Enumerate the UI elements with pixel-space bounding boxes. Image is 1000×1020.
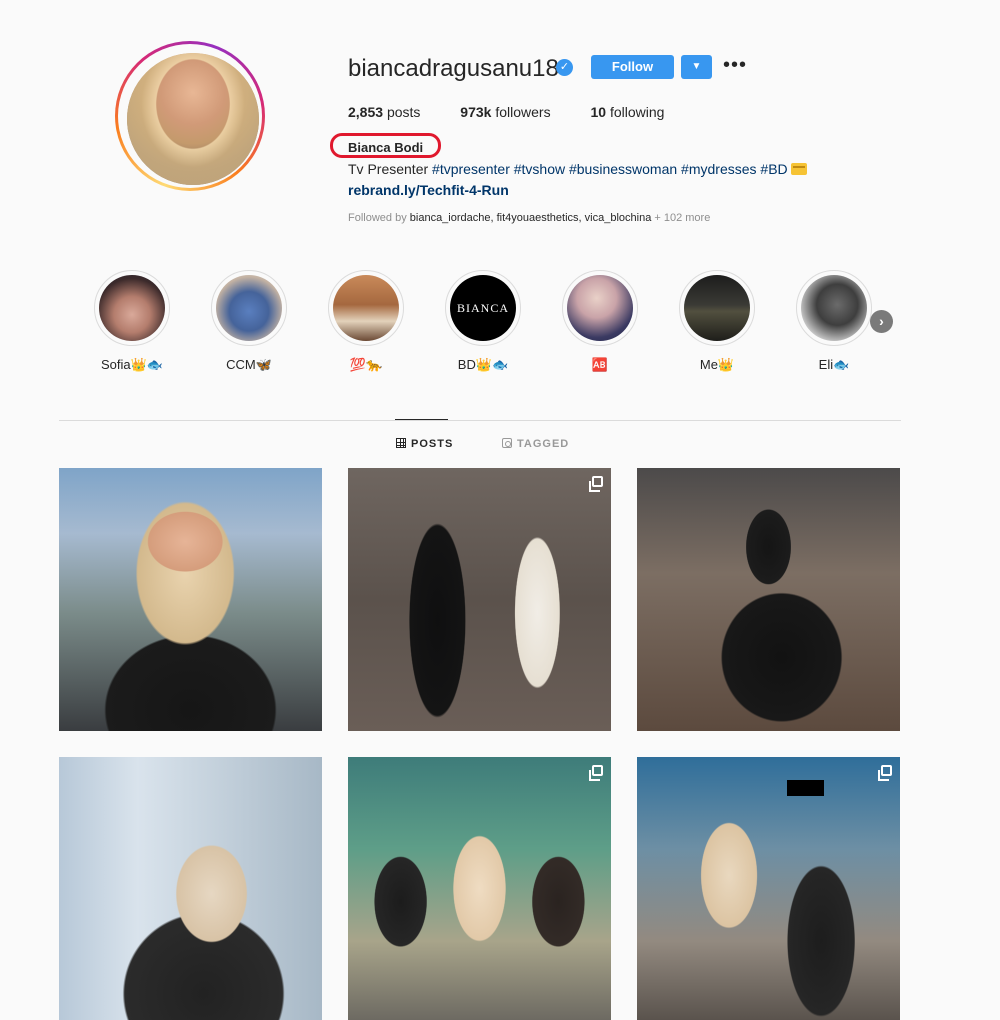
profile-avatar[interactable] (115, 41, 265, 191)
tabs-divider (59, 420, 901, 421)
follow-button[interactable]: Follow (591, 55, 674, 79)
highlight-item[interactable]: Sofia👑🐟 (94, 270, 170, 373)
highlight-label: BD👑🐟 (457, 357, 509, 372)
bio-hashtags[interactable]: #tvpresenter #tvshow #businesswoman #myd… (432, 161, 788, 177)
highlight-label: Sofia👑🐟 (100, 357, 163, 372)
post-thumbnail[interactable] (348, 757, 611, 1020)
tab-posts[interactable]: POSTS (396, 438, 453, 450)
posts-label: posts (386, 104, 421, 120)
crown-emoji-icon (790, 163, 807, 175)
highlight-image (216, 275, 282, 341)
post-thumbnail[interactable] (59, 468, 322, 731)
tab-tagged-label: TAGGED (517, 438, 570, 450)
censor-bar (787, 780, 824, 796)
verified-badge-icon: ✓ (556, 59, 573, 76)
highlight-image: BIANCA (450, 275, 516, 341)
highlight-image (333, 275, 399, 341)
highlight-logo-text: BIANCA (456, 301, 509, 315)
more-options-icon[interactable]: ••• (723, 54, 747, 77)
post-thumbnail[interactable] (59, 757, 322, 1020)
highlight-cover: BIANCA (445, 270, 521, 346)
tagged-icon (502, 438, 512, 448)
followers-stat[interactable]: 973k followers (460, 104, 550, 120)
avatar-gap (118, 44, 262, 188)
profile-full-name: Bianca Bodi (348, 140, 424, 155)
post-thumbnail[interactable] (637, 468, 900, 731)
following-count: 10 (590, 104, 607, 120)
highlight-label: 🆎 (591, 357, 609, 372)
avatar-hair (127, 53, 259, 185)
highlight-label: CCM🦋 (226, 357, 272, 372)
posts-count: 2,853 (348, 104, 384, 120)
profile-username: biancadragusanu18 (348, 55, 559, 82)
following-stat[interactable]: 10 following (590, 104, 664, 120)
highlight-label: 💯🐆 (349, 357, 383, 372)
tab-posts-label: POSTS (411, 438, 454, 450)
followers-label: followers (495, 104, 551, 120)
tab-tagged[interactable]: TAGGED (502, 438, 569, 450)
active-tab-indicator (395, 419, 448, 420)
followed-by-prefix: Followed by (348, 212, 410, 224)
bio-text: Tv Presenter (348, 161, 433, 177)
highlight-image (99, 275, 165, 341)
profile-bio: Tv Presenter #tvpresenter #tvshow #busin… (348, 161, 807, 177)
highlight-item[interactable]: BIANCA BD👑🐟 (445, 270, 521, 373)
following-label: following (609, 104, 665, 120)
highlight-cover (328, 270, 404, 346)
followed-by-names: bianca_iordache, fit4youaesthetics, vica… (409, 212, 652, 224)
highlight-cover (562, 270, 638, 346)
carousel-icon (878, 765, 892, 781)
post-thumbnail[interactable] (637, 757, 900, 1020)
highlight-label: Eli🐟 (818, 357, 850, 372)
profile-link[interactable]: rebrand.ly/Techfit-4-Run (348, 182, 509, 198)
posts-stat: 2,853 posts (348, 104, 420, 120)
grid-icon (396, 438, 406, 448)
carousel-icon (589, 476, 603, 492)
highlight-cover (679, 270, 755, 346)
highlight-cover (796, 270, 872, 346)
highlight-label: Me👑 (699, 357, 735, 372)
highlight-image (801, 275, 867, 341)
followed-by[interactable]: Followed by bianca_iordache, fit4youaest… (348, 212, 710, 224)
highlight-item[interactable]: Me👑 (679, 270, 755, 373)
highlights-next-icon[interactable]: › (870, 310, 893, 333)
highlight-item[interactable]: 🆎 (562, 270, 638, 373)
avatar-image (127, 53, 259, 185)
post-thumbnail[interactable] (348, 468, 611, 731)
highlight-cover (94, 270, 170, 346)
profile-stats: 2,853 posts 973k followers 10 following (348, 104, 700, 120)
highlight-image (567, 275, 633, 341)
followers-count: 973k (460, 104, 492, 120)
highlight-image (684, 275, 750, 341)
highlight-cover (211, 270, 287, 346)
carousel-icon (589, 765, 603, 781)
followed-by-more: + 102 more (651, 212, 711, 224)
highlight-item[interactable]: CCM🦋 (211, 270, 287, 373)
follow-dropdown-button[interactable]: ▼ (681, 55, 712, 79)
highlight-item[interactable]: Eli🐟 (796, 270, 872, 373)
highlight-item[interactable]: 💯🐆 (328, 270, 404, 373)
